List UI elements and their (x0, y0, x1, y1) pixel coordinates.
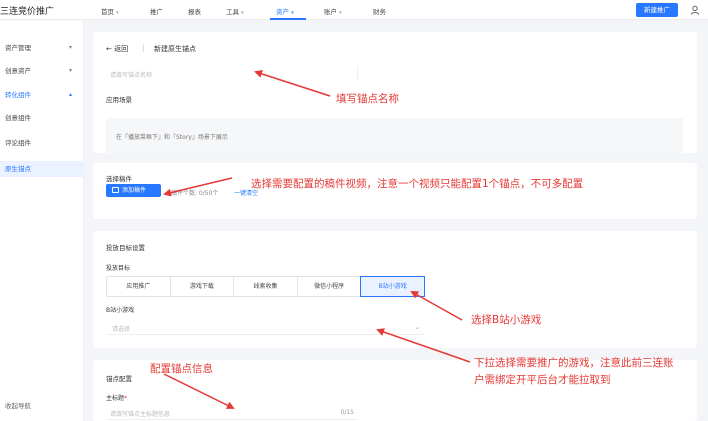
sidebar-item-creative-components[interactable]: 创意组件 (0, 110, 84, 126)
target-label: 投放目标 (106, 265, 131, 272)
chevron-up-icon: ▴ (68, 91, 72, 98)
annotation-fill-name: 填写锚点名称 (336, 93, 399, 105)
scene-description: 在『播放菜框下』和『Story』场景下展示 (116, 134, 228, 141)
nav-promote[interactable]: 推广 (150, 6, 163, 16)
annotation-dropdown-note-2: 户需绑定开平后台才能拉取到 (474, 374, 611, 386)
select-video-card: 选择稿件 添加稿件 稿件个数: 0/50个 一键清空 (93, 163, 697, 219)
annotation-select-video: 选择需要配置的稿件视频，注意一个视频只能配置1个锚点，不可多配置 (251, 178, 584, 190)
video-add-icon (112, 187, 119, 193)
tab-app-promotion[interactable]: 应用推广 (107, 277, 171, 296)
select-video-title: 选择稿件 (106, 175, 132, 183)
arrow-left-icon: ← (106, 45, 112, 53)
sidebar-item-native-anchor[interactable]: 原生锚点 (0, 161, 84, 177)
nav-tools[interactable]: 工具 ▾ (226, 6, 244, 16)
target-settings-title: 投放目标设置 (106, 244, 145, 252)
breadcrumb-separator: | (142, 44, 145, 52)
sidebar-item-creative-assets[interactable]: 创意资产 ▾ (0, 63, 84, 79)
anchor-name-input[interactable]: 请填写锚点名称 (106, 66, 358, 80)
video-count: 稿件个数: 0/50个 (171, 190, 219, 197)
add-video-button[interactable]: 添加稿件 (106, 184, 161, 197)
sidebar: 资产管理 ▾ 创意资产 ▾ 转化组件 ▴ 创意组件 评论组件 原生锚点 收起导航 (0, 21, 84, 421)
target-settings-card: 投放目标设置 投放目标 应用推广 游戏下载 线索收集 微信小程序 B站小游戏 B… (93, 231, 697, 348)
annotation-config-info: 配置锚点信息 (150, 363, 213, 375)
new-promotion-button[interactable]: 新建推广 (636, 3, 678, 17)
sidebar-item-comment-components[interactable]: 评论组件 (0, 135, 84, 151)
main-title-input[interactable]: 请填写锚点主标题信息 0/15 (106, 406, 358, 420)
user-icon[interactable] (690, 5, 700, 15)
back-button[interactable]: ← 返回 (106, 44, 128, 54)
chevron-down-icon: ▾ (68, 67, 72, 74)
nav-report[interactable]: 报表 (188, 6, 201, 16)
sidebar-item-asset-management[interactable]: 资产管理 ▾ (0, 40, 84, 56)
nav-finance[interactable]: 财务 (373, 6, 386, 16)
main-title-label: 主标题* (106, 395, 128, 402)
top-navigation-bar: 三连竞价推广 首页 ▾ 推广 报表 工具 ▾ 资产 ▾ 账户 ▾ 财务 新建推广 (0, 0, 708, 20)
annotation-dropdown-note-1: 下拉选择需要推广的游戏，注意此前三连账 (474, 357, 674, 369)
anchor-config-title: 锚点配置 (106, 375, 132, 383)
game-select[interactable]: 请选择 ⌄ (106, 321, 424, 335)
scene-box: 在『播放菜框下』和『Story』场景下展示 (106, 118, 683, 153)
annotation-select-game: 选择B站小游戏 (471, 314, 542, 326)
chevron-down-icon: ⌄ (414, 323, 420, 331)
brand-logo: 三连竞价推广 (0, 7, 55, 17)
target-tabs: 应用推广 游戏下载 线索收集 微信小程序 B站小游戏 (106, 276, 425, 297)
sidebar-item-conversion-components[interactable]: 转化组件 ▴ (0, 87, 84, 103)
tab-lead-collection[interactable]: 线索收集 (234, 277, 298, 296)
tab-game-download[interactable]: 游戏下载 (171, 277, 235, 296)
chevron-down-icon: ▾ (68, 44, 72, 51)
scene-label: 应用场景 (106, 96, 132, 104)
nav-account[interactable]: 账户 ▾ (324, 6, 342, 16)
page-title: 新建原生锚点 (154, 45, 196, 53)
nav-assets[interactable]: 资产 ▾ (276, 6, 294, 16)
tab-bilibili-mini-game[interactable]: B站小游戏 (360, 276, 425, 297)
tab-wechat-mini-program[interactable]: 微信小程序 (298, 277, 362, 296)
nav-home[interactable]: 首页 ▾ (101, 6, 119, 16)
game-label: B站小游戏 (106, 307, 135, 314)
collapse-nav-button[interactable]: 收起导航 (5, 400, 31, 410)
nav-active-indicator (270, 18, 306, 20)
